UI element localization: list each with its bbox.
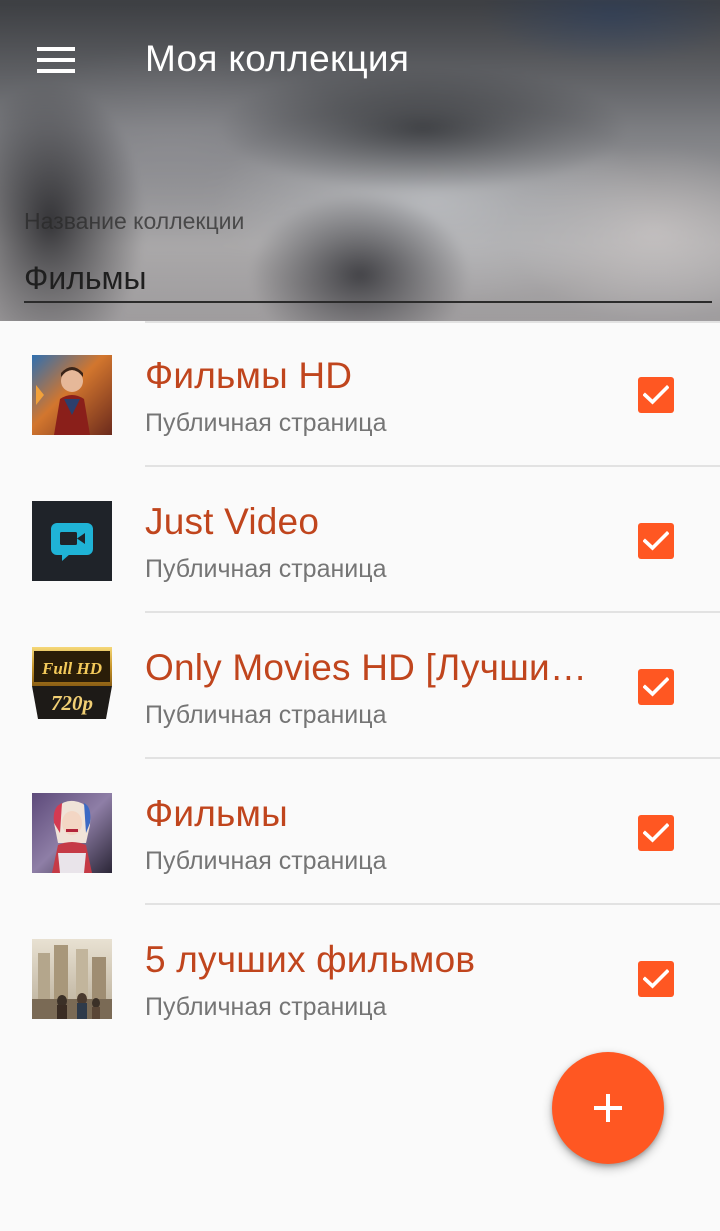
menu-button[interactable] [24, 32, 88, 88]
superhero-poster-thumbnail [32, 355, 112, 435]
item-subtitle: Публичная страница [145, 993, 387, 1021]
list-item[interactable]: Фильмы HD Публичная страница [0, 321, 720, 467]
community-list: Фильмы HD Публичная страница Just Video [0, 321, 720, 1051]
item-checkbox[interactable] [638, 377, 674, 413]
list-item[interactable]: Just Video Публичная страница [0, 467, 720, 613]
check-icon [643, 969, 669, 989]
item-title: Just Video [145, 501, 320, 542]
full-hd-badge-top-text: Full HD [41, 659, 102, 678]
full-hd-badge-bottom-text: 720p [51, 691, 93, 715]
item-checkbox[interactable] [638, 669, 674, 705]
item-title: Фильмы HD [145, 355, 353, 396]
list-item[interactable]: Фильмы Публичная страница [0, 759, 720, 905]
item-subtitle: Публичная страница [145, 701, 387, 729]
item-subtitle: Публичная страница [145, 409, 387, 437]
item-title: Only Movies HD [Лучшие фильмы] [145, 647, 605, 688]
page-title: Моя коллекция [145, 38, 410, 79]
item-title: Фильмы [145, 793, 288, 834]
item-subtitle: Публичная страница [145, 847, 387, 875]
collection-header: Моя коллекция Название коллекции [0, 0, 720, 321]
add-button[interactable] [552, 1052, 664, 1164]
item-checkbox[interactable] [638, 815, 674, 851]
collection-name-label: Название коллекции [24, 208, 245, 234]
check-icon [643, 385, 669, 405]
movie-character-thumbnail [32, 793, 112, 873]
list-item[interactable]: 5 лучших фильмов Публичная страница [0, 905, 720, 1051]
collection-name-input[interactable] [24, 255, 712, 303]
item-subtitle: Публичная страница [145, 555, 387, 583]
video-camera-logo-thumbnail [32, 501, 112, 581]
check-icon [643, 531, 669, 551]
city-scene-thumbnail [32, 939, 112, 1019]
item-checkbox[interactable] [638, 961, 674, 997]
check-icon [643, 823, 669, 843]
item-title: 5 лучших фильмов [145, 939, 476, 980]
check-icon [643, 677, 669, 697]
menu-icon [37, 47, 75, 73]
list-item[interactable]: Full HD 720p Only Movies HD [Лучшие филь… [0, 613, 720, 759]
plus-icon [594, 1094, 622, 1122]
full-hd-720p-badge-thumbnail: Full HD 720p [32, 647, 112, 727]
item-checkbox[interactable] [638, 523, 674, 559]
collection-screen: Моя коллекция Название коллекции Фильмы … [0, 0, 720, 1231]
